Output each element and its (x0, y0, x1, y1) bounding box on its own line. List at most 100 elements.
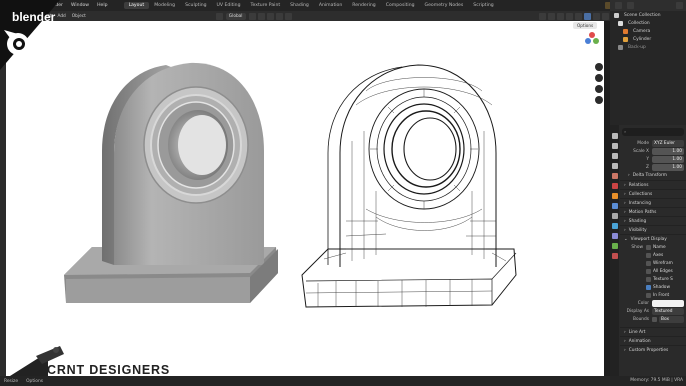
zoom-icon[interactable] (595, 63, 603, 71)
perspective-toggle-icon[interactable] (595, 96, 603, 104)
tab-modeling[interactable]: Modeling (149, 2, 180, 9)
solid-shading-icon[interactable] (584, 12, 591, 20)
tab-geometry-nodes[interactable]: Geometry Nodes (420, 2, 469, 9)
view-layer-tab-icon[interactable] (611, 163, 618, 169)
bounds-checkbox[interactable] (652, 316, 657, 322)
rendered-shading-icon[interactable] (602, 12, 609, 20)
checkbox-label: Axes (653, 252, 664, 258)
camera-view-icon[interactable] (595, 85, 603, 93)
tab-uv-editing[interactable]: UV Editing (212, 2, 246, 9)
color-label: Color (637, 300, 649, 306)
outliner-header (610, 0, 686, 11)
physics-tab-icon[interactable] (611, 223, 618, 229)
display-mode-icon[interactable] (627, 2, 634, 9)
tab-shading[interactable]: Shading (285, 2, 314, 9)
tab-animation[interactable]: Animation (314, 2, 347, 9)
section-instancing[interactable]: › Instancing (620, 198, 686, 207)
data-tab-icon[interactable] (611, 243, 618, 249)
show-wireframe-row: Wirefram (620, 259, 686, 267)
rotation-mode-dropdown[interactable]: XYZ Euler (652, 139, 684, 147)
snap-icon[interactable] (257, 12, 265, 20)
menu-window[interactable]: Window (67, 3, 93, 8)
show-in-front-checkbox[interactable] (646, 292, 651, 298)
tab-sculpting[interactable]: Sculpting (180, 2, 211, 9)
section-line-art[interactable]: › Line Art (620, 327, 686, 336)
material-shading-icon[interactable] (593, 12, 600, 20)
modifier-tab-icon[interactable] (611, 203, 618, 209)
display-as-dropdown[interactable]: Textured (652, 307, 684, 315)
properties-body: ⌕ Mode XYZ Euler Scale X 1.00 Y 1.00 Z 1… (620, 125, 686, 376)
scale-x-field[interactable]: 1.00 (652, 147, 684, 155)
tab-compositing[interactable]: Compositing (381, 2, 420, 9)
tab-scripting[interactable]: Scripting (468, 2, 498, 9)
tab-texture-paint[interactable]: Texture Paint (246, 2, 286, 9)
tab-rendering[interactable]: Rendering (347, 2, 380, 9)
3d-viewport[interactable]: Options (6, 21, 604, 376)
constraints-tab-icon[interactable] (611, 233, 618, 239)
checkbox-label: Shadow (653, 284, 670, 290)
outliner-row-camera[interactable]: Camera (610, 27, 686, 35)
properties-search-input[interactable]: ⌕ (622, 128, 684, 136)
section-label: Motion Paths (628, 209, 657, 215)
show-label: Show (631, 244, 643, 250)
tool-tab-icon[interactable] (611, 133, 618, 139)
properties-panel: ⌕ Mode XYZ Euler Scale X 1.00 Y 1.00 Z 1… (610, 125, 686, 376)
filter-icon[interactable] (676, 2, 683, 9)
pivot-icon[interactable] (248, 12, 256, 20)
color-swatch[interactable] (652, 299, 684, 307)
section-label: Line Art (628, 329, 646, 335)
wireframe-model (301, 64, 517, 308)
show-axes-checkbox[interactable] (646, 252, 651, 258)
bounds-dropdown[interactable]: Box (659, 315, 684, 323)
particles-tab-icon[interactable] (611, 213, 618, 219)
section-relations[interactable]: › Relations (620, 180, 686, 189)
section-animation[interactable]: › Animation (620, 336, 686, 345)
section-motion-paths[interactable]: › Motion Paths (620, 207, 686, 216)
menu-help[interactable]: Help (93, 3, 111, 8)
section-viewport-display[interactable]: ⌄ Viewport Display (620, 234, 686, 243)
outliner-row-scene-collection[interactable]: Scene Collection (610, 11, 686, 19)
section-custom-properties[interactable]: › Custom Properties (620, 345, 686, 354)
outliner-row-cylinder[interactable]: Cylinder (610, 35, 686, 43)
pan-icon[interactable] (595, 74, 603, 82)
menu-object[interactable]: Object (69, 14, 89, 19)
scale-z-field[interactable]: 1.00 (652, 163, 684, 171)
section-visibility[interactable]: › Visibility (620, 225, 686, 234)
orientation-dropdown[interactable]: Global (225, 12, 246, 20)
show-name-checkbox[interactable] (646, 244, 651, 250)
xray-icon[interactable] (566, 12, 573, 20)
section-delta-transform[interactable]: › Delta Transform (620, 171, 686, 180)
section-label: Viewport Display (630, 236, 667, 242)
outliner-row-backup[interactable]: Back-up (610, 43, 686, 51)
show-all-edges-checkbox[interactable] (646, 268, 651, 274)
proportional-edit-icon[interactable] (275, 12, 283, 20)
render-tab-icon[interactable] (611, 143, 618, 149)
snap-target-icon[interactable] (266, 12, 274, 20)
visibility-icon[interactable] (539, 12, 546, 20)
show-texture-space-checkbox[interactable] (646, 276, 651, 282)
section-collections[interactable]: › Collections (620, 189, 686, 198)
chevron-right-icon: › (624, 209, 626, 215)
output-tab-icon[interactable] (611, 153, 618, 159)
overlay-toggle-icon[interactable] (557, 12, 564, 20)
wireframe-shading-icon[interactable] (575, 12, 582, 20)
navigation-gizmo[interactable] (585, 32, 599, 44)
world-tab-icon[interactable] (611, 183, 618, 189)
object-tab-icon[interactable] (611, 193, 618, 199)
outliner-row-collection[interactable]: Collection (610, 19, 686, 27)
orientation-icon[interactable] (215, 12, 223, 20)
outliner-panel: Scene Collection Collection Camera Cylin… (610, 0, 686, 125)
show-wireframe-checkbox[interactable] (646, 260, 651, 266)
scale-y-field[interactable]: 1.00 (652, 155, 684, 163)
checkbox-label: All Edges (653, 268, 673, 274)
search-icon: ⌕ (624, 129, 627, 134)
section-shading[interactable]: › Shading (620, 216, 686, 225)
chevron-right-icon: › (624, 182, 626, 188)
falloff-icon[interactable] (284, 12, 292, 20)
scene-tab-icon[interactable] (611, 173, 618, 179)
tab-layout[interactable]: Layout (123, 2, 150, 9)
outliner-editor-icon[interactable] (615, 2, 622, 9)
show-shadow-checkbox[interactable] (646, 284, 651, 290)
material-tab-icon[interactable] (611, 253, 618, 259)
gizmo-toggle-icon[interactable] (548, 12, 555, 20)
